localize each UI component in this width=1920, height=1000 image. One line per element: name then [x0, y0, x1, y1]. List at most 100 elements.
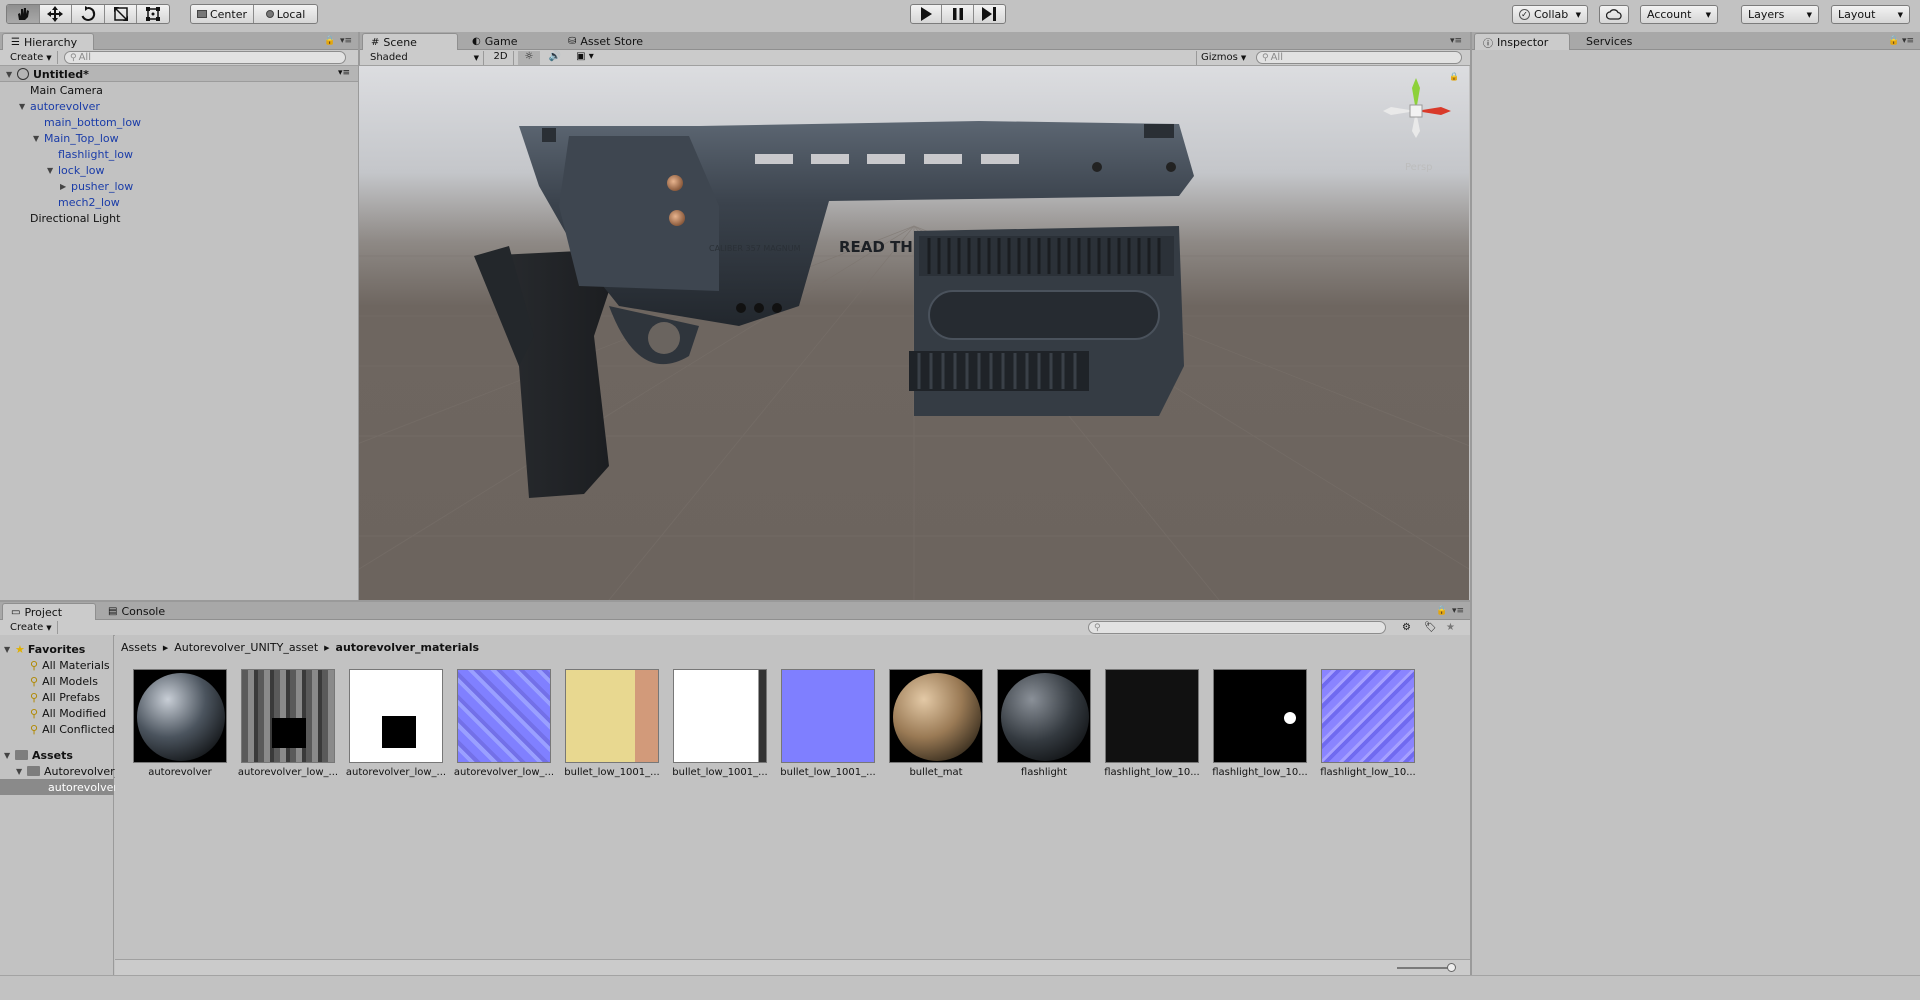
- asset-item[interactable]: bullet_low_1001_...: [774, 669, 882, 778]
- hierarchy-item-flashlight-low[interactable]: flashlight_low: [58, 146, 133, 162]
- persp-label[interactable]: Persp: [1405, 162, 1433, 173]
- lock-icon[interactable]: 🔒: [1436, 606, 1447, 616]
- hierarchy-item-main-bottom-low[interactable]: main_bottom_low: [44, 114, 141, 130]
- rotate-tool-button[interactable]: [72, 5, 105, 23]
- cloud-icon: [1606, 9, 1622, 20]
- expand-triangle-icon: ▼: [16, 766, 23, 776]
- assets-header[interactable]: ▼ Assets: [4, 747, 73, 763]
- orientation-gizmo[interactable]: [1381, 76, 1451, 146]
- hierarchy-search-input[interactable]: ⚲ All: [64, 51, 346, 64]
- rect-tool-button[interactable]: [137, 5, 169, 23]
- asset-label: flashlight_low_10...: [1104, 767, 1200, 778]
- step-button[interactable]: [974, 5, 1005, 23]
- asset-item[interactable]: autorevolver: [126, 669, 234, 778]
- asset-item[interactable]: flashlight_low_10...: [1098, 669, 1206, 778]
- asset-item[interactable]: autorevolver_low_...: [342, 669, 450, 778]
- scene-viewport[interactable]: READ TH CALIBER 357 MAGNUM Persp 🔒: [359, 66, 1469, 600]
- toggle-2d-button[interactable]: 2D: [488, 50, 514, 65]
- tab-inspector[interactable]: ⓘ Inspector: [1474, 33, 1570, 50]
- pivot-local-button[interactable]: Local: [254, 5, 317, 23]
- slider-thumb[interactable]: [1447, 963, 1456, 972]
- tab-services[interactable]: Services: [1578, 33, 1640, 50]
- panel-menu-icon[interactable]: ▾≡: [1450, 36, 1462, 46]
- layout-dropdown[interactable]: Layout ▼: [1831, 5, 1910, 24]
- hierarchy-item-pusher-low[interactable]: ▶ pusher_low: [60, 178, 133, 194]
- hierarchy-item-autorevolver[interactable]: ▼ autorevolver: [19, 98, 100, 114]
- autorevolver-model[interactable]: READ TH CALIBER 357 MAGNUM: [359, 66, 1469, 600]
- scene-menu-icon[interactable]: ▾≡: [338, 68, 350, 78]
- pause-button[interactable]: [942, 5, 974, 23]
- gizmos-dropdown[interactable]: Gizmos ▼: [1196, 50, 1248, 65]
- filter-type-icon[interactable]: ⚙: [1402, 622, 1411, 633]
- hierarchy-item-main-camera[interactable]: Main Camera: [30, 82, 103, 98]
- move-tool-button[interactable]: [40, 5, 73, 23]
- hierarchy-tabbar: ☰ Hierarchy 🔒 ▾≡: [0, 32, 358, 50]
- favorite-all-materials[interactable]: ⚲ All Materials: [30, 657, 110, 673]
- scene-root-row[interactable]: ▼ Untitled*: [6, 66, 89, 82]
- layers-dropdown[interactable]: Layers ▼: [1741, 5, 1819, 24]
- tab-console[interactable]: ▤ Console: [100, 603, 173, 620]
- audio-toggle[interactable]: 🔊: [544, 51, 566, 65]
- lock-icon[interactable]: 🔒: [324, 36, 335, 46]
- lock-icon[interactable]: 🔒: [1888, 36, 1899, 46]
- thumbnail-size-slider[interactable]: [1397, 967, 1453, 969]
- favorites-header[interactable]: ▼ ★ Favorites: [4, 641, 85, 657]
- breadcrumb-item[interactable]: Assets: [121, 641, 157, 654]
- search-icon: ⚲: [1094, 622, 1101, 633]
- asset-item[interactable]: flashlight_low_10...: [1206, 669, 1314, 778]
- pivot-center-button[interactable]: Center: [191, 5, 255, 23]
- asset-item[interactable]: flashlight: [990, 669, 1098, 778]
- label-tag-icon[interactable]: 🏷: [1424, 622, 1437, 633]
- chevron-down-icon: ▼: [46, 53, 52, 62]
- search-icon: ⚲: [70, 52, 77, 63]
- project-search-input[interactable]: ⚲: [1088, 621, 1386, 634]
- hierarchy-item-mech2-low[interactable]: mech2_low: [58, 194, 120, 210]
- favorite-label: All Conflicted: [42, 722, 115, 736]
- hierarchy-item-main-top-low[interactable]: ▼ Main_Top_low: [33, 130, 119, 146]
- lighting-toggle[interactable]: ☼: [518, 50, 540, 65]
- asset-item[interactable]: flashlight_low_10...: [1314, 669, 1422, 778]
- scene-toolbar: Shaded ▼ 2D ☼ 🔊 ▣ ▾ Gizmos ▼ ⚲ All: [360, 50, 1470, 66]
- favorite-all-modified[interactable]: ⚲ All Modified: [30, 705, 106, 721]
- hierarchy-create-button[interactable]: Create ▼: [6, 51, 58, 64]
- tab-project[interactable]: ▭ Project: [2, 603, 96, 620]
- tab-hierarchy[interactable]: ☰ Hierarchy: [2, 33, 94, 50]
- tab-game[interactable]: ◐ Game: [464, 33, 525, 50]
- breadcrumb-item[interactable]: autorevolver_materials: [336, 641, 480, 654]
- gizmo-center-cube[interactable]: [1409, 104, 1423, 118]
- scene-search-input[interactable]: ⚲ All: [1256, 51, 1462, 64]
- folder-autorevolver-materials[interactable]: autorevolver_materials: [0, 779, 175, 795]
- asset-item[interactable]: bullet_low_1001_...: [666, 669, 774, 778]
- effects-dropdown[interactable]: ▣ ▾: [570, 51, 600, 65]
- hierarchy-item-lock-low[interactable]: ▼ lock_low: [47, 162, 105, 178]
- folder-icon: [27, 766, 40, 776]
- cloud-button[interactable]: [1599, 5, 1629, 24]
- favorite-all-models[interactable]: ⚲ All Models: [30, 673, 98, 689]
- lock-icon[interactable]: 🔒: [1449, 72, 1459, 81]
- asset-item[interactable]: bullet_mat: [882, 669, 990, 778]
- favorite-all-prefabs[interactable]: ⚲ All Prefabs: [30, 689, 100, 705]
- model-engraving-text: READ TH: [839, 238, 913, 256]
- asset-item[interactable]: autorevolver_low_...: [450, 669, 558, 778]
- panel-menu-icon[interactable]: ▾≡: [340, 36, 352, 46]
- account-dropdown[interactable]: Account ▼: [1640, 5, 1718, 24]
- scale-tool-button[interactable]: [105, 5, 138, 23]
- chevron-down-icon: ▼: [46, 623, 52, 632]
- panel-menu-icon[interactable]: ▾≡: [1902, 36, 1914, 46]
- favorite-all-conflicted[interactable]: ⚲ All Conflicted: [30, 721, 115, 737]
- hand-tool-button[interactable]: [7, 5, 40, 23]
- panel-menu-icon[interactable]: ▾≡: [1452, 606, 1464, 616]
- hierarchy-item-directional-light[interactable]: Directional Light: [30, 210, 120, 226]
- shading-mode-dropdown[interactable]: Shaded ▼: [366, 50, 484, 65]
- asset-item[interactable]: bullet_low_1001_...: [558, 669, 666, 778]
- tab-scene[interactable]: # Scene: [362, 33, 458, 50]
- tab-asset-store[interactable]: ⛁ Asset Store: [560, 33, 651, 50]
- scene-name: Untitled*: [33, 67, 89, 81]
- breadcrumb-item[interactable]: Autorevolver_UNITY_asset: [174, 641, 318, 654]
- star-icon[interactable]: ★: [1446, 622, 1455, 633]
- play-button[interactable]: [911, 5, 943, 23]
- asset-item[interactable]: autorevolver_low_...: [234, 669, 342, 778]
- collab-dropdown[interactable]: ✓ Collab ▼: [1512, 5, 1588, 24]
- panel-divider[interactable]: [1470, 600, 1472, 975]
- project-create-button[interactable]: Create ▼: [6, 621, 58, 634]
